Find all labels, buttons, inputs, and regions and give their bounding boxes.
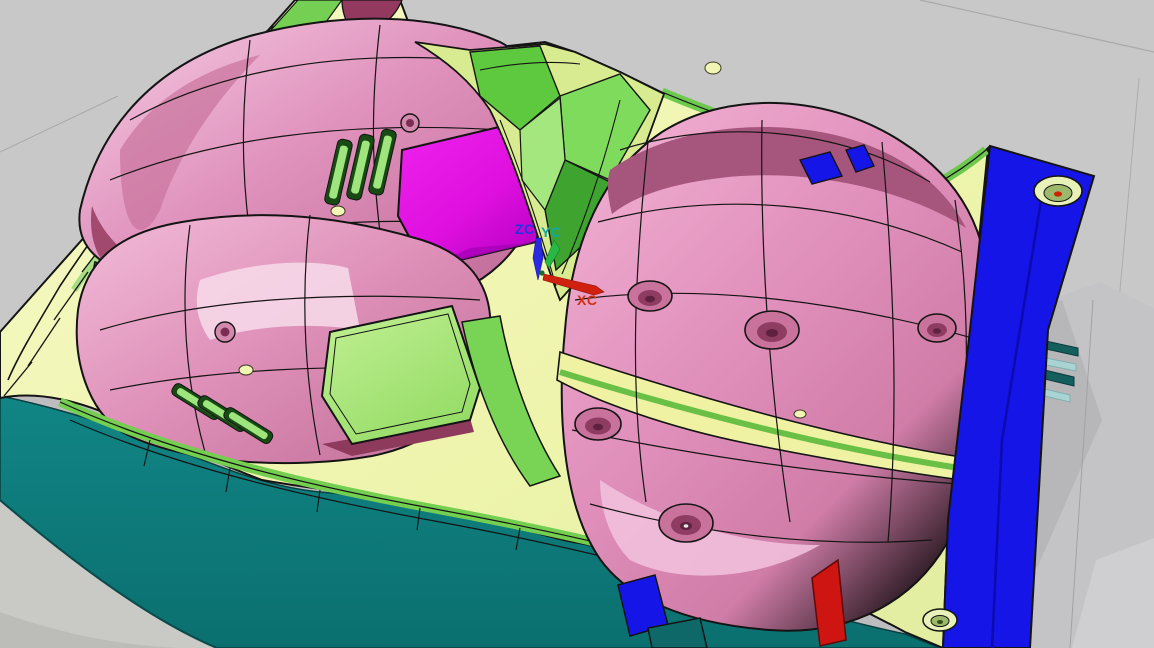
vent-dot	[331, 206, 345, 216]
vent-dot	[705, 62, 721, 74]
wcs-y-label: YC	[541, 224, 561, 240]
boss-recess[interactable]	[628, 281, 672, 311]
boss-recess[interactable]	[918, 314, 956, 342]
vent-dot	[794, 410, 806, 418]
boss-recess[interactable]	[659, 504, 713, 542]
wcs-x-label: XC	[577, 292, 597, 308]
clamp-bolt-hole[interactable]	[923, 609, 957, 631]
wcs-z-label: ZC	[515, 221, 535, 237]
clamp-bolt-hole[interactable]	[1034, 176, 1082, 206]
boss-recess[interactable]	[575, 408, 621, 440]
vent-dot	[239, 365, 253, 375]
cad-viewport[interactable]: ZC YC XC	[0, 0, 1154, 648]
boss-recess[interactable]	[745, 311, 799, 349]
cavity-lower-left[interactable]	[77, 215, 491, 463]
wcs-origin[interactable]	[539, 270, 544, 275]
